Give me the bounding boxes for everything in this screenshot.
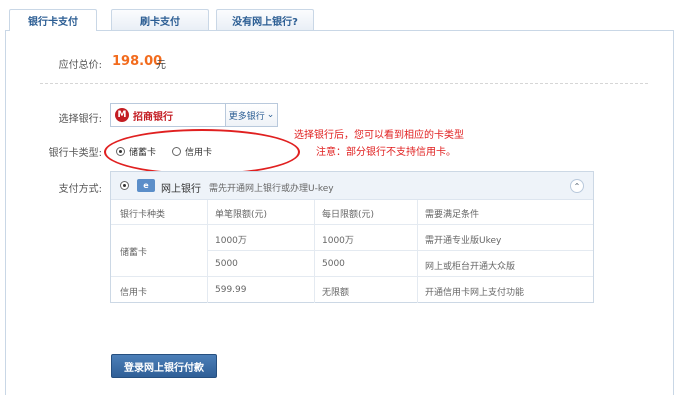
col-divider [417, 200, 418, 303]
row-divider [111, 224, 593, 225]
card-type-label: 银行卡类型: [48, 148, 102, 159]
payment-method-hint: 需先开通网上银行或办理U-key [209, 184, 334, 194]
table-header-requirement: 需要满足条件 [425, 210, 480, 220]
more-banks-label: 更多银行 [228, 111, 265, 122]
radio-credit-label: 信用卡 [185, 148, 213, 158]
payment-method-box: e 网上银行 需先开通网上银行或办理U-key ⌃ 银行卡种类 单笔限额(元) … [110, 171, 594, 303]
bank-select-label: 选择银行: [58, 114, 102, 125]
payment-method-label: 支付方式: [58, 184, 102, 195]
tab-swipe-card[interactable]: 刷卡支付 [111, 9, 209, 30]
table-cell-requirement: 网上或柜台开通大众版 [425, 262, 516, 272]
collapse-icon[interactable]: ⌃ [570, 179, 584, 193]
chevron-down-icon: ⌄ [266, 110, 275, 120]
radio-debit-card[interactable]: 储蓄卡 [116, 145, 156, 158]
row-divider [111, 276, 593, 277]
tab-bank-card[interactable]: 银行卡支付 [9, 9, 97, 31]
table-cell-daily-limit: 无限额 [322, 288, 350, 298]
total-amount: 198.00 [112, 54, 163, 69]
radio-credit-card[interactable]: 信用卡 [172, 145, 212, 158]
bank-name: 招商银行 [133, 111, 173, 123]
table-cell-single-limit: 1000万 [215, 236, 247, 246]
divider [40, 83, 648, 84]
table-cell-daily-limit: 1000万 [322, 236, 354, 246]
bank-logo: M 招商银行 [111, 104, 225, 126]
col-divider [207, 200, 208, 303]
radio-unselected-icon [172, 147, 181, 156]
table-cell-single-limit: 599.99 [215, 285, 247, 295]
table-header-card-type: 银行卡种类 [120, 210, 166, 220]
row-divider [207, 250, 593, 251]
payment-method-header[interactable]: e 网上银行 需先开通网上银行或办理U-key ⌃ [111, 172, 593, 200]
col-divider [314, 200, 315, 303]
table-cell-card-type: 储蓄卡 [120, 248, 148, 258]
bank-selector[interactable]: M 招商银行 更多银行 ⌄ [110, 103, 278, 127]
login-online-banking-button[interactable]: 登录网上银行付款 [111, 354, 217, 378]
table-cell-requirement: 开通信用卡网上支付功能 [425, 288, 525, 298]
radio-selected-icon[interactable] [120, 181, 129, 190]
radio-selected-icon [116, 147, 125, 156]
table-cell-single-limit: 5000 [215, 259, 238, 269]
cmb-logo-icon: M [115, 108, 129, 122]
table-cell-requirement: 需开通专业版Ukey [425, 236, 502, 246]
payment-method-name: 网上银行 [161, 184, 201, 195]
table-cell-card-type: 信用卡 [120, 288, 148, 298]
annotation-line-2: 注意：部分银行不支持信用卡。 [316, 147, 456, 158]
annotation-line-1: 选择银行后，您可以看到相应的卡类型 [294, 130, 464, 141]
table-cell-daily-limit: 5000 [322, 259, 345, 269]
table-header-single-limit: 单笔限额(元) [215, 210, 268, 220]
total-label: 应付总价: [58, 60, 102, 71]
more-banks-dropdown[interactable]: 更多银行 ⌄ [225, 104, 277, 126]
tab-no-online-banking[interactable]: 没有网上银行? [216, 9, 314, 30]
e-pay-icon: e [137, 179, 155, 192]
radio-debit-label: 储蓄卡 [129, 148, 157, 158]
currency-label: 元 [156, 60, 166, 71]
table-header-daily-limit: 每日限额(元) [322, 210, 375, 220]
